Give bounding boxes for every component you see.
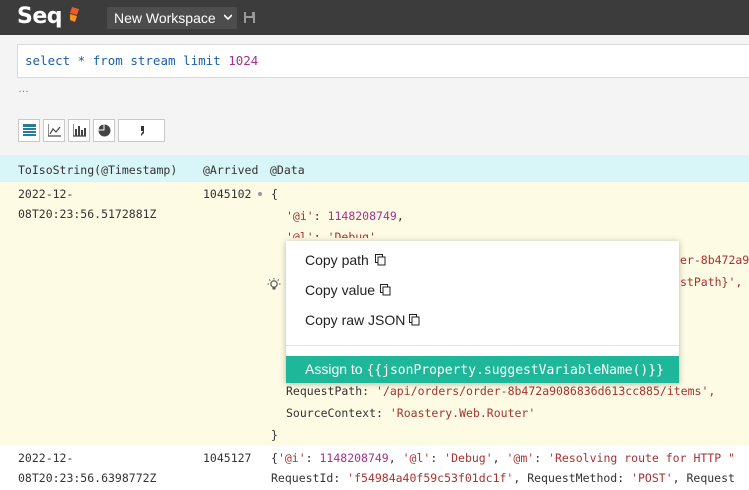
query-input[interactable]: select * from stream limit 1024: [17, 44, 749, 78]
workspace-selector[interactable]: New Workspace: [107, 7, 237, 29]
property-context-menu: Copy path Copy value Copy raw JSON Assig…: [286, 241, 679, 383]
json-property-requestpath[interactable]: RequestPath: '/api/orders/order-8b472a90…: [286, 384, 715, 398]
copy-icon: [380, 284, 391, 296]
json-key-l: '@l': [286, 230, 314, 238]
json-key-i: '@i': [277, 451, 306, 465]
column-header-timestamp[interactable]: ToIsoString(@Timestamp): [18, 163, 177, 177]
arrived-value: 1045102: [203, 187, 252, 201]
query-limit: 1024: [228, 53, 259, 68]
chevron-down-icon: [224, 14, 232, 21]
logo-mark-icon: [70, 7, 79, 22]
timestamp-line2: 08T20:23:56.6398772Z: [18, 471, 157, 485]
json-property-l[interactable]: '@l': 'Debug',: [286, 230, 383, 238]
json-key-sourcecontext: SourceContext: [286, 406, 377, 420]
query-area: select * from stream limit 1024 …: [0, 35, 749, 155]
comma-icon: [141, 126, 144, 136]
copy-icon: [409, 314, 420, 326]
json-open-brace: {: [271, 451, 278, 465]
json-fragment-1: er-8b472a9: [680, 253, 749, 267]
expand-dot-icon[interactable]: [258, 192, 262, 196]
timestamp-line1: 2022-12-: [18, 187, 74, 201]
results-header-row: ToIsoString(@Timestamp) @Arrived @Data: [0, 155, 749, 182]
json-summary-line2: RequestId: 'f54984a40f59c53f01dc1f', Req…: [271, 471, 735, 485]
json-key-request-truncated: Request: [686, 471, 735, 485]
json-value-requestpath: '/api/orders/order-8b472a9086836d613cc88…: [376, 384, 716, 398]
json-close-brace: }: [271, 428, 278, 442]
save-icon[interactable]: [244, 12, 255, 23]
json-property-i[interactable]: '@i': 1148208749,: [286, 209, 404, 223]
json-value-requestid: 'f54984a40f59c53f01dc1f': [347, 471, 514, 485]
json-value-i: 1148208749: [319, 451, 389, 465]
copy-raw-json-menu-item[interactable]: Copy raw JSON: [305, 310, 420, 330]
arrived-value: 1045127: [203, 451, 252, 465]
json-value-sourcecontext: 'Roastery.Web.Router': [389, 406, 536, 420]
copy-raw-json-label: Copy raw JSON: [305, 312, 406, 328]
lightbulb-icon[interactable]: [267, 278, 281, 292]
more-options-toggle[interactable]: …: [18, 83, 29, 95]
table-view-button[interactable]: [18, 119, 40, 142]
top-bar: Seq New Workspace: [0, 0, 749, 35]
bar-chart-icon: [73, 124, 86, 137]
line-chart-button[interactable]: [43, 119, 65, 142]
copy-path-menu-item[interactable]: Copy path: [305, 250, 386, 270]
json-key-requestid: RequestId: [271, 471, 334, 485]
pie-chart-icon: [98, 124, 111, 137]
line-chart-icon: [48, 124, 61, 137]
json-value-requestmethod: 'POST': [631, 471, 673, 485]
json-open-brace: {: [271, 187, 278, 201]
json-fragment-2: stPath}',: [680, 275, 743, 289]
table-icon: [23, 124, 36, 136]
json-key-i: '@i': [286, 209, 314, 223]
copy-icon: [375, 254, 386, 266]
json-value-l: 'Debug',: [327, 230, 383, 238]
json-property-sourcecontext[interactable]: SourceContext: 'Roastery.Web.Router': [286, 406, 535, 420]
json-value-i: 1148208749: [327, 209, 397, 223]
menu-divider: [286, 345, 679, 346]
query-text: select * from stream limit: [25, 53, 229, 68]
json-value-m: 'Resolving route for HTTP ": [548, 451, 735, 465]
table-row[interactable]: 2022-12- 08T20:23:56.6398772Z 1045127 {'…: [0, 446, 749, 490]
seq-logo[interactable]: Seq: [17, 4, 63, 29]
timestamp-line1: 2022-12-: [18, 451, 74, 465]
column-header-arrived[interactable]: @Arrived: [203, 163, 258, 177]
json-key-requestpath: RequestPath: [286, 384, 363, 398]
copy-path-label: Copy path: [305, 252, 369, 268]
column-header-data[interactable]: @Data: [270, 163, 305, 177]
json-summary-line1: {'@i': 1148208749, '@l': 'Debug', '@m': …: [271, 451, 735, 465]
assign-variable-menu-item[interactable]: Assign to {{jsonProperty.suggestVariable…: [286, 356, 679, 383]
assign-label: Assign to: [305, 361, 367, 377]
json-key-l: '@l': [402, 451, 431, 465]
assign-variable-code: {{jsonProperty.suggestVariableName()}}: [366, 363, 664, 378]
single-value-button[interactable]: [118, 119, 165, 142]
copy-value-label: Copy value: [305, 282, 376, 298]
bar-chart-button[interactable]: [68, 119, 90, 142]
pie-chart-button[interactable]: [93, 119, 115, 142]
timestamp-line2: 08T20:23:56.5172881Z: [18, 207, 157, 221]
json-value-l: 'Debug': [444, 451, 493, 465]
copy-value-menu-item[interactable]: Copy value: [305, 280, 391, 300]
json-key-requestmethod: RequestMethod: [527, 471, 618, 485]
json-key-m: '@m': [506, 451, 535, 465]
workspace-label: New Workspace: [114, 10, 216, 26]
